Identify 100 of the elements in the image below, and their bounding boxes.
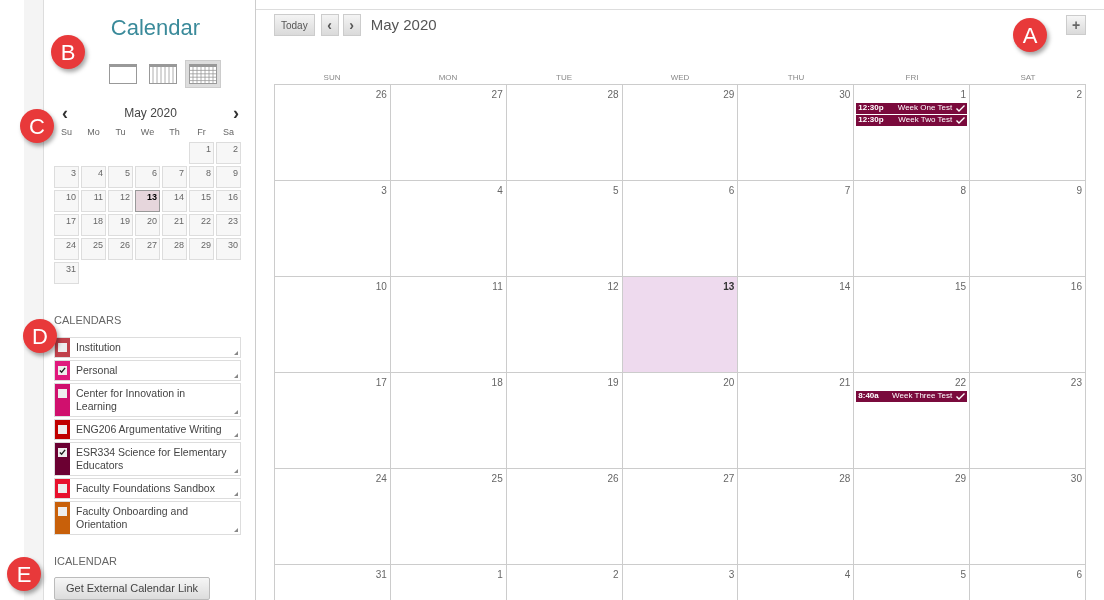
day-cell[interactable]: 20 xyxy=(622,372,739,469)
mini-calendar-day[interactable]: 21 xyxy=(162,214,187,236)
day-cell[interactable]: 19 xyxy=(506,372,623,469)
day-cell[interactable]: 28 xyxy=(738,468,855,565)
calendar-item[interactable]: ESR334 Science for Elementary Educators xyxy=(54,441,241,476)
day-number: 25 xyxy=(491,471,504,486)
calendar-item[interactable]: Personal xyxy=(54,359,241,381)
day-cell[interactable]: 23 xyxy=(970,372,1086,469)
day-cell[interactable]: 2 xyxy=(970,84,1086,181)
day-cell[interactable]: 14 xyxy=(738,276,855,373)
calendar-checkbox[interactable] xyxy=(58,424,67,434)
mini-calendar-day[interactable]: 6 xyxy=(135,166,160,188)
day-cell[interactable]: 26 xyxy=(506,468,623,565)
mini-calendar-day[interactable]: 16 xyxy=(216,190,241,212)
mini-calendar-day[interactable]: 14 xyxy=(162,190,187,212)
external-link-button[interactable]: Get External Calendar Link xyxy=(54,577,211,600)
day-cell[interactable]: 13 xyxy=(622,276,739,373)
event-bar[interactable]: 12:30p Week Two Test xyxy=(856,114,968,126)
week-view-icon xyxy=(148,64,177,84)
mini-calendar-day[interactable]: 13 xyxy=(135,190,160,212)
calendar-item[interactable]: Institution xyxy=(54,336,241,358)
mini-calendar-day[interactable]: 19 xyxy=(108,214,133,236)
day-number: 19 xyxy=(607,375,620,390)
next-button[interactable]: › xyxy=(342,14,361,37)
mini-calendar-day[interactable]: 23 xyxy=(216,214,241,236)
calendar-item[interactable]: Faculty Onboarding and Orientation xyxy=(54,500,241,535)
view-button[interactable] xyxy=(184,60,221,88)
mini-calendar-day[interactable]: 15 xyxy=(189,190,214,212)
calendar-checkbox[interactable] xyxy=(58,447,67,457)
calendar-checkbox[interactable] xyxy=(58,388,67,398)
mini-calendar-day[interactable]: 31 xyxy=(54,262,79,284)
mini-calendar-day[interactable]: 17 xyxy=(54,214,79,236)
day-cell[interactable]: 26 xyxy=(275,84,391,181)
event-bar[interactable]: 8:40a Week Three Test xyxy=(856,390,968,402)
month-title: May 2020 xyxy=(370,15,437,35)
mini-calendar-day[interactable]: 12 xyxy=(108,190,133,212)
mini-calendar-day[interactable]: 27 xyxy=(135,238,160,260)
mini-calendar-day[interactable]: 7 xyxy=(162,166,187,188)
day-cell[interactable]: 27 xyxy=(622,468,739,565)
calendar-checkbox[interactable] xyxy=(58,342,67,352)
mini-calendar-day[interactable]: 1 xyxy=(189,142,214,164)
mini-calendar-day[interactable]: 5 xyxy=(108,166,133,188)
today-button[interactable]: Today xyxy=(274,14,315,37)
calendar-checkbox[interactable] xyxy=(58,483,67,493)
day-cell[interactable]: 1 12:30p Week One Test 12:30p Week Two Test xyxy=(854,84,971,181)
day-number: 4 xyxy=(497,183,504,198)
mini-calendar-day[interactable]: 8 xyxy=(189,166,214,188)
day-cell[interactable]: 27 xyxy=(390,84,507,181)
day-cell[interactable]: 30 xyxy=(738,84,855,181)
mini-calendar-day[interactable]: 28 xyxy=(162,238,187,260)
next-month-button[interactable]: › xyxy=(233,104,239,122)
event-bar[interactable]: 12:30p Week One Test xyxy=(856,102,968,114)
mini-calendar-day[interactable]: 30 xyxy=(216,238,241,260)
day-cell[interactable]: 12 xyxy=(506,276,623,373)
day-cell[interactable]: 29 xyxy=(854,468,971,565)
day-cell[interactable]: 28 xyxy=(506,84,623,181)
previous-month-button[interactable]: ‹ xyxy=(62,104,68,122)
mini-calendar-day[interactable]: 20 xyxy=(135,214,160,236)
mini-calendar-day[interactable]: 10 xyxy=(54,190,79,212)
day-number: 12 xyxy=(607,279,620,294)
previous-button[interactable]: ‹ xyxy=(320,14,339,37)
day-cell[interactable]: 9 xyxy=(970,180,1086,277)
day-cell[interactable]: 6 xyxy=(622,180,739,277)
day-cell[interactable]: 7 xyxy=(738,180,855,277)
mini-calendar-day[interactable]: 29 xyxy=(189,238,214,260)
day-cell[interactable]: 24 xyxy=(275,468,391,565)
add-event-button[interactable]: + xyxy=(1066,15,1086,36)
day-number: 27 xyxy=(491,87,504,102)
day-cell[interactable]: 5 xyxy=(506,180,623,277)
day-cell[interactable]: 16 xyxy=(970,276,1086,373)
mini-calendar-day[interactable]: 24 xyxy=(54,238,79,260)
calendar-checkbox[interactable] xyxy=(58,506,67,516)
day-cell[interactable]: 3 xyxy=(275,180,391,277)
mini-calendar-day[interactable]: 4 xyxy=(81,166,106,188)
calendar-checkbox[interactable] xyxy=(58,365,67,375)
day-cell[interactable]: 17 xyxy=(275,372,391,469)
day-cell[interactable]: 15 xyxy=(854,276,971,373)
mini-calendar-day[interactable]: 18 xyxy=(81,214,106,236)
weekday-label: Tu xyxy=(114,126,127,139)
day-cell[interactable]: 4 xyxy=(390,180,507,277)
day-cell[interactable]: 22 8:40a Week Three Test xyxy=(854,372,971,469)
day-cell[interactable]: 21 xyxy=(738,372,855,469)
mini-calendar-day[interactable]: 26 xyxy=(108,238,133,260)
calendar-item[interactable]: Faculty Foundations Sandbox xyxy=(54,477,241,499)
mini-calendar-day[interactable]: 2 xyxy=(216,142,241,164)
day-cell[interactable]: 18 xyxy=(390,372,507,469)
day-cell[interactable]: 10 xyxy=(275,276,391,373)
mini-calendar-day[interactable]: 3 xyxy=(54,166,79,188)
mini-calendar-day[interactable]: 11 xyxy=(81,190,106,212)
calendar-item[interactable]: ENG206 Argumentative Writing xyxy=(54,418,241,440)
day-cell[interactable]: 29 xyxy=(622,84,739,181)
calendar-item[interactable]: Center for Innovation in Learning xyxy=(54,382,241,417)
day-cell[interactable]: 11 xyxy=(390,276,507,373)
mini-calendar-day[interactable]: 25 xyxy=(81,238,106,260)
day-cell[interactable]: 8 xyxy=(854,180,971,277)
mini-calendar-day[interactable]: 9 xyxy=(216,166,241,188)
day-cell[interactable]: 25 xyxy=(390,468,507,565)
weekday-label: Th xyxy=(168,126,181,139)
mini-calendar-day[interactable]: 22 xyxy=(189,214,214,236)
day-cell[interactable]: 30 xyxy=(970,468,1086,565)
